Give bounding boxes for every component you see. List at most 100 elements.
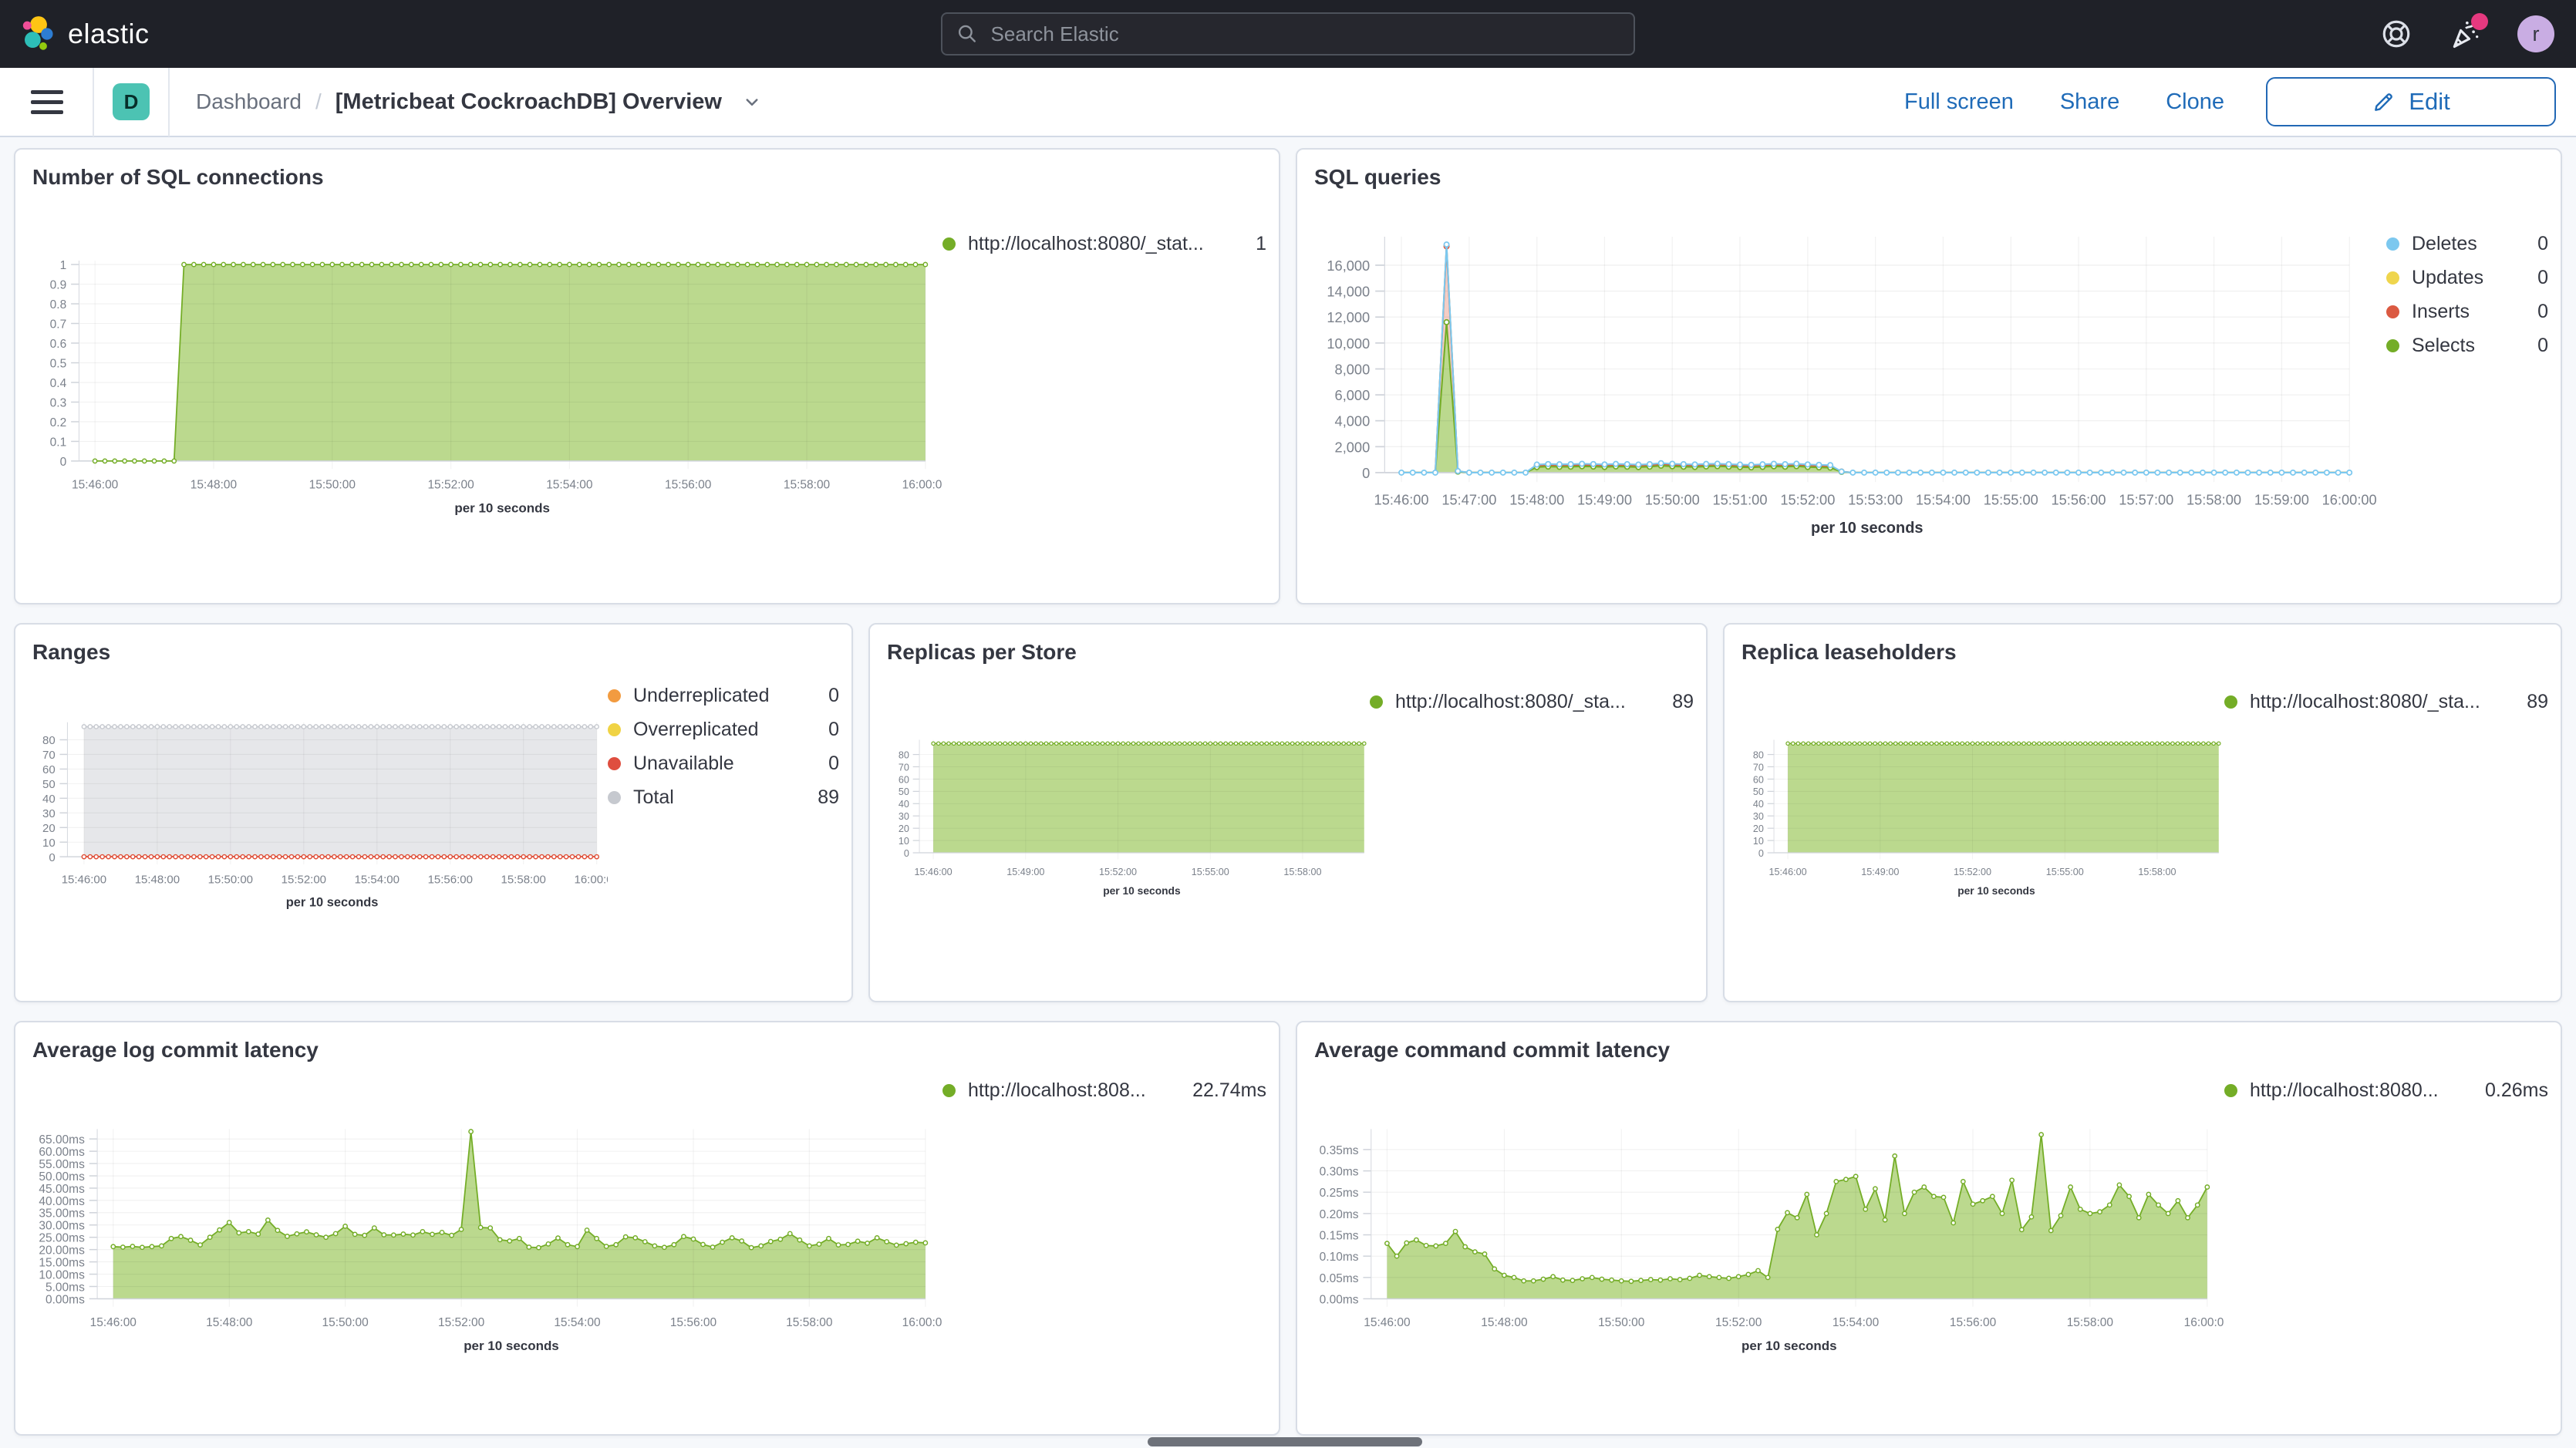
svg-text:15.00ms: 15.00ms [39, 1257, 85, 1270]
brand-text: elastic [68, 18, 150, 50]
menu-button[interactable] [20, 90, 74, 114]
svg-text:50: 50 [42, 778, 56, 791]
svg-text:15:57:00: 15:57:00 [2119, 492, 2173, 508]
panel-average-command-commit-latency: Average command commit latency 0.35ms0.3… [1296, 1021, 2562, 1436]
breadcrumb: Dashboard / [Metricbeat CockroachDB] Ove… [196, 89, 764, 115]
svg-text:0.9: 0.9 [50, 278, 67, 291]
legend-item[interactable]: http://localhost:8080/_sta...89 [1370, 685, 1694, 719]
legend-value: 0 [2537, 233, 2548, 255]
svg-text:15:55:00: 15:55:00 [2046, 867, 2084, 877]
legend-color-dot [1370, 695, 1383, 709]
panel-title: Number of SQL connections [32, 165, 1266, 193]
svg-text:0.1: 0.1 [50, 436, 67, 449]
legend-item[interactable]: Deletes 0 [2386, 227, 2548, 261]
svg-text:60: 60 [42, 763, 56, 776]
legend-item[interactable]: Unavailable0 [608, 746, 839, 780]
svg-text:15:58:00: 15:58:00 [501, 873, 546, 886]
svg-text:15:54:00: 15:54:00 [546, 478, 593, 491]
svg-text:0: 0 [60, 456, 67, 469]
svg-text:10,000: 10,000 [1327, 335, 1370, 352]
legend-value: 0 [828, 719, 839, 741]
svg-text:per 10 seconds: per 10 seconds [464, 1339, 559, 1353]
elastic-brand[interactable]: elastic [22, 15, 150, 52]
svg-text:15:46:00: 15:46:00 [72, 478, 119, 491]
legend-item[interactable]: Overreplicated 0 [608, 712, 839, 746]
svg-text:15:46:00: 15:46:00 [90, 1316, 137, 1329]
legend-label: Updates [2412, 267, 2524, 289]
legend-item[interactable]: http://localhost:8080/_sta...89 [2224, 685, 2548, 719]
legend-item[interactable]: http://localhost:8080... 0.26ms [2224, 1073, 2548, 1107]
replica-leaseholders-area-chart[interactable]: 8070605040302010015:46:0015:49:0015:52:0… [1737, 674, 2224, 990]
svg-text:35.00ms: 35.00ms [39, 1207, 85, 1221]
svg-text:10: 10 [1753, 836, 1764, 847]
share-button[interactable]: Share [2055, 89, 2124, 116]
svg-text:15:54:00: 15:54:00 [554, 1316, 601, 1329]
svg-text:15:56:00: 15:56:00 [428, 873, 473, 886]
svg-text:15:56:00: 15:56:00 [2051, 492, 2106, 508]
hamburger-icon [31, 90, 63, 94]
dashboard-toolbar: D Dashboard / [Metricbeat CockroachDB] O… [0, 68, 2576, 137]
legend-value: 1 [1256, 233, 1266, 255]
breadcrumb-dashboard-link[interactable]: Dashboard [196, 89, 302, 114]
legend-label: http://localhost:8080... [2250, 1079, 2471, 1102]
legend-item[interactable]: Inserts0 [2386, 295, 2548, 328]
svg-text:15:58:00: 15:58:00 [2067, 1316, 2114, 1329]
page-title: [Metricbeat CockroachDB] Overview [335, 89, 722, 115]
legend-item[interactable]: Underreplicated0 [608, 679, 839, 712]
svg-text:15:46:00: 15:46:00 [1364, 1316, 1411, 1329]
pencil-icon [2372, 89, 2396, 114]
search-input[interactable] [990, 22, 1620, 47]
space-badge[interactable]: D [113, 83, 150, 120]
svg-text:0.30ms: 0.30ms [1320, 1166, 1359, 1179]
chart-legend: http://localhost:8080/_sta...89 [2224, 674, 2548, 990]
ranges-area-chart[interactable]: 8070605040302010015:46:0015:48:0015:50:0… [28, 674, 608, 990]
svg-text:1: 1 [60, 259, 67, 272]
legend-label: http://localhost:8080/_sta... [1395, 691, 1658, 713]
legend-label: Overreplicated [633, 719, 814, 741]
newsfeed-button[interactable] [2448, 16, 2483, 52]
help-button[interactable] [2379, 16, 2414, 52]
legend-label: Deletes [2412, 233, 2524, 255]
svg-text:15:54:00: 15:54:00 [355, 873, 400, 886]
legend-item[interactable]: Total89 [608, 780, 839, 814]
panel-title: SQL queries [1314, 165, 2548, 193]
svg-text:12,000: 12,000 [1327, 309, 1370, 325]
svg-text:15:49:00: 15:49:00 [1861, 867, 1899, 877]
legend-item[interactable]: http://localhost:808...22.74ms [942, 1073, 1266, 1107]
svg-text:15:58:00: 15:58:00 [784, 478, 831, 491]
title-options-button[interactable] [740, 90, 764, 113]
full-screen-button[interactable]: Full screen [1900, 89, 2018, 116]
svg-text:80: 80 [899, 749, 909, 760]
legend-label: Total [633, 786, 804, 809]
svg-text:30: 30 [1753, 811, 1764, 822]
command-commit-latency-area-chart[interactable]: 0.35ms0.30ms0.25ms0.20ms0.15ms0.10ms0.05… [1310, 1072, 2224, 1423]
edit-button[interactable]: Edit [2266, 77, 2556, 126]
breadcrumb-separator: / [315, 89, 322, 114]
svg-text:10.00ms: 10.00ms [39, 1268, 85, 1281]
svg-text:0.00ms: 0.00ms [46, 1293, 85, 1306]
horizontal-scrollbar-thumb[interactable] [1148, 1437, 1422, 1446]
legend-label: Unavailable [633, 753, 814, 775]
svg-text:per 10 seconds: per 10 seconds [1741, 1339, 1837, 1353]
replicas-per-store-area-chart[interactable]: 8070605040302010015:46:0015:49:0015:52:0… [882, 674, 1370, 990]
sql-queries-area-chart[interactable]: 16,00014,00012,00010,0008,0006,0004,0002… [1310, 199, 2386, 592]
legend-item[interactable]: Updates 0 [2386, 261, 2548, 295]
legend-item[interactable]: Selects0 [2386, 328, 2548, 362]
sql-connections-area-chart[interactable]: 10.90.80.70.60.50.40.30.20.1015:46:0015:… [28, 199, 942, 592]
svg-text:15:48:00: 15:48:00 [1481, 1316, 1528, 1329]
svg-text:20.00ms: 20.00ms [39, 1244, 85, 1258]
svg-text:70: 70 [42, 749, 56, 762]
legend-item[interactable]: http://localhost:8080/_stat...1 [942, 227, 1266, 261]
svg-text:70: 70 [1753, 762, 1764, 773]
svg-text:0.7: 0.7 [50, 318, 67, 331]
svg-text:60: 60 [899, 774, 909, 785]
legend-value: 0 [2537, 267, 2548, 289]
svg-text:5.00ms: 5.00ms [46, 1281, 85, 1294]
svg-text:15:52:00: 15:52:00 [1780, 492, 1835, 508]
svg-text:40: 40 [42, 793, 56, 806]
global-search-box[interactable] [941, 12, 1635, 56]
legend-value: 0.26ms [2485, 1079, 2548, 1102]
user-avatar[interactable]: r [2517, 15, 2554, 52]
clone-button[interactable]: Clone [2161, 89, 2229, 116]
log-commit-latency-area-chart[interactable]: 65.00ms60.00ms55.00ms50.00ms45.00ms40.00… [28, 1072, 942, 1423]
